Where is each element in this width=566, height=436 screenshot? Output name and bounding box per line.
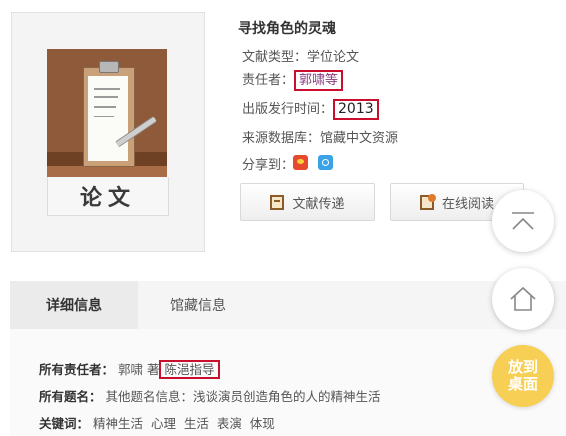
book-cover-image: [47, 49, 167, 177]
source-value: 馆藏中文资源: [320, 131, 399, 146]
pub-time-value: 2013: [338, 101, 374, 117]
share-row: 分享到：: [242, 154, 294, 173]
document-delivery-label: 文献传递: [292, 196, 345, 212]
qzone-share-icon[interactable]: [318, 155, 333, 170]
tab-holdings[interactable]: 馆藏信息: [170, 281, 226, 329]
all-responsible-row: 所有责任者： 郭啸 著陈浥指导: [39, 359, 220, 379]
responsible-label: 责任者：: [242, 73, 295, 88]
share-label: 分享到：: [242, 158, 295, 173]
source-label: 来源数据库：: [242, 131, 321, 146]
keywords-row: 关键词： 精神生活 心理 生活 表演 体现: [39, 413, 275, 432]
all-titles-label: 所有题名：: [39, 389, 102, 404]
cover-label-box: 论文: [47, 177, 169, 216]
doc-type-value: 学位论文: [307, 50, 360, 65]
shelf-front-graphic: [47, 166, 167, 177]
cover-label: 论文: [79, 185, 136, 211]
add-to-desktop-line1: 放到: [507, 358, 538, 376]
doc-type-row: 文献类型：学位论文: [242, 46, 359, 65]
home-button[interactable]: [492, 268, 554, 330]
pub-time-highlight: 2013: [333, 99, 379, 120]
tab-details[interactable]: 详细信息: [10, 281, 138, 329]
document-icon: [270, 194, 285, 210]
add-to-desktop-line2: 桌面: [507, 375, 538, 393]
responsible-row: 责任者： 郭啸等: [242, 69, 344, 91]
document-delivery-button[interactable]: 文献传递: [240, 183, 375, 221]
add-to-desktop-button[interactable]: 放到 桌面: [492, 345, 554, 407]
all-titles-row: 所有题名： 其他题名信息：浅谈演员创造角色的人的精神生活: [39, 386, 381, 405]
all-titles-value: 其他题名信息：浅谈演员创造角色的人的精神生活: [105, 389, 381, 404]
back-to-top-icon: [512, 212, 534, 230]
read-icon: [419, 193, 436, 210]
online-read-label: 在线阅读: [441, 196, 494, 212]
pub-time-row: 出版发行时间： 2013: [242, 98, 379, 120]
responsible-link[interactable]: 郭啸等: [299, 73, 338, 88]
all-responsible-author: 郭啸 著: [118, 362, 160, 377]
home-icon: [510, 286, 536, 311]
book-title: 寻找角色的灵魂: [238, 21, 336, 37]
responsible-highlight: 郭啸等: [294, 70, 344, 91]
doc-type-label: 文献类型：: [242, 50, 308, 65]
keywords-value: 精神生活 心理 生活 表演 体现: [93, 416, 275, 431]
back-to-top-button[interactable]: [492, 190, 554, 252]
advisor-highlight: 陈浥指导: [159, 360, 220, 379]
clip-graphic: [99, 61, 119, 73]
paper-graphic: [88, 76, 128, 161]
advisor-value: 陈浥指导: [164, 362, 215, 377]
pub-time-label: 出版发行时间：: [242, 102, 334, 117]
source-row: 来源数据库：馆藏中文资源: [242, 127, 398, 146]
keywords-label: 关键词：: [39, 416, 90, 431]
all-responsible-label: 所有责任者：: [39, 362, 115, 377]
weibo-share-icon[interactable]: [293, 155, 308, 170]
